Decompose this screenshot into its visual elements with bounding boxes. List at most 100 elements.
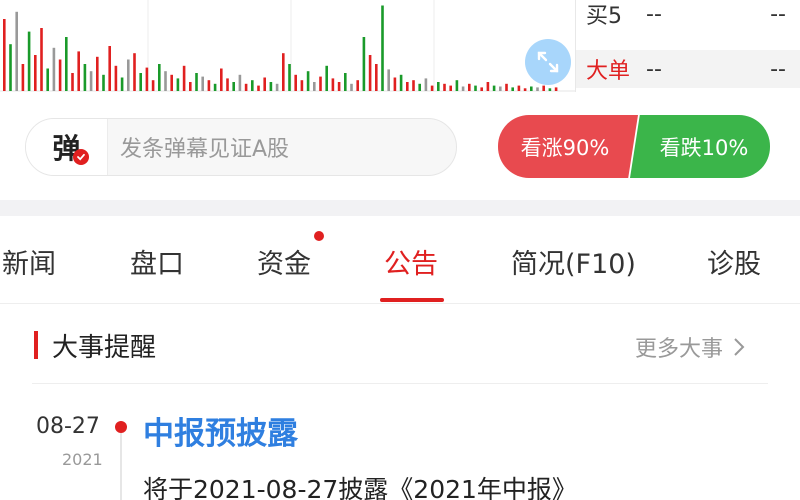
volume-bar [530,86,533,91]
volume-bar [34,55,37,91]
tab-news[interactable]: 新闻 [2,242,56,281]
volume-bar [461,86,465,91]
check-icon [73,149,89,165]
tab-profile-f10[interactable]: 简况(F10) [511,242,636,281]
event-year: 2021 [62,450,103,469]
volume-bar [46,68,49,91]
volume-bar [536,87,539,91]
volume-bar [182,65,186,91]
volume-chart[interactable] [0,0,575,92]
volume-bar [449,85,452,91]
more-events-link[interactable]: 更多大事 [635,331,745,363]
volume-bar [350,83,353,91]
order-label: 大单 [586,59,631,84]
volume-bar [251,80,254,91]
volume-bar [381,5,384,91]
vote-down-button[interactable]: 看跌10% [630,115,770,178]
volume-bar [52,47,56,91]
volume-bar [306,71,310,91]
volume-bar [548,88,552,91]
volume-bar [393,77,397,91]
order-label: 买5 [586,4,622,29]
volume-bar [58,59,62,91]
volume-bar [207,80,211,91]
volume-bar [65,37,68,91]
volume-bar [294,74,297,91]
volume-bar [362,37,366,91]
volume-bar [120,77,124,91]
volume-bar [486,82,490,91]
volume-bar [344,73,347,91]
volume-bar [77,51,80,91]
section-marker [34,331,38,359]
volume-bar [71,73,74,91]
vote-up-button[interactable]: 看涨90% [498,115,638,178]
tab-funds[interactable]: 资金 [257,242,311,281]
volume-bar [27,31,31,92]
volume-chart-svg [0,0,575,92]
volume-bar [406,82,409,91]
expand-arrows-icon [537,51,559,73]
tab-market[interactable]: 盘口 [130,242,184,281]
order-volume: -- [770,56,786,82]
volume-bar [238,74,242,91]
section-title: 大事提醒 [52,333,157,363]
volume-bar [96,56,99,91]
volume-bar [337,82,341,91]
order-book-panel: 买5 -- -- 大单 -- -- [575,0,800,92]
volume-bar [412,80,415,91]
volume-bar [499,86,502,91]
volume-bar [319,76,322,91]
volume-bar [114,65,118,91]
volume-bar [158,64,161,91]
danmaku-toggle-button[interactable]: 弹 [26,119,108,175]
volume-bar [474,85,477,91]
volume-bar [189,82,192,91]
volume-bar [102,74,105,91]
volume-bar [387,69,390,91]
more-events-label: 更多大事 [635,337,724,362]
notification-dot [314,231,324,241]
volume-bar [399,74,403,91]
volume-bar [21,64,25,91]
order-row-sell5: 买5 -- -- [576,0,800,34]
volume-bar [542,85,545,91]
active-tab-indicator [380,298,444,302]
section-divider [0,200,800,216]
volume-bar [269,82,273,91]
sentiment-vote: 看涨90% 看跌10% [498,115,770,178]
volume-bar [480,87,483,91]
volume-bar [300,80,304,91]
event-description: 将于2021-08-27披露《2021年中报》 [143,475,577,500]
volume-bar [424,78,428,91]
tab-bar: 新闻 盘口 资金 公告 简况(F10) 诊股 [0,216,800,304]
volume-bar [468,83,471,91]
volume-bar [108,46,111,91]
tab-diagnosis[interactable]: 诊股 [707,242,761,281]
fullscreen-button[interactable] [525,39,571,85]
volume-bar [263,77,266,91]
volume-bar [220,68,223,91]
danmaku-input[interactable]: 弹 发条弹幕见证A股 [25,118,457,176]
tab-announcements[interactable]: 公告 [384,242,438,281]
event-title-link[interactable]: 中报预披露 [143,408,298,453]
volume-bar [9,44,12,91]
order-volume: -- [770,1,786,27]
order-price: -- [646,56,662,82]
volume-bar [170,74,173,91]
timeline-dot [115,421,127,433]
volume-bar [275,83,279,91]
volume-bar [139,73,142,91]
volume-bar [523,88,527,91]
volume-bar [151,80,155,91]
timeline-line [120,433,122,500]
order-row-big: 大单 -- -- [576,50,800,88]
volume-bar [492,85,496,91]
volume-bar [418,83,421,91]
volume-bar [15,11,18,91]
volume-bar [226,78,229,91]
volume-bar [232,82,235,91]
volume-bar [213,83,217,91]
volume-bar [195,73,198,91]
volume-bar [375,64,378,91]
